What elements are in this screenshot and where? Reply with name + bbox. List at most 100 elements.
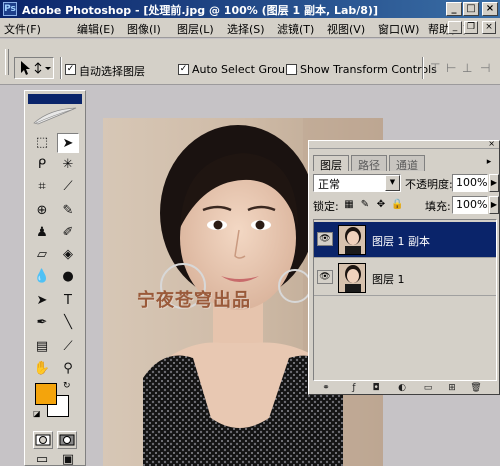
lasso-tool-icon[interactable]: ᑭ [31, 155, 53, 175]
menu-edit[interactable]: 编辑(E) [77, 21, 115, 37]
layer-thumbnail [338, 225, 366, 255]
swap-colors-icon[interactable]: ↻ [63, 381, 71, 391]
layer-list: 👁 图层 1 副本 👁 图层 1 [313, 219, 497, 381]
screen-mode-icon[interactable]: ▭ [31, 453, 53, 466]
auto-select-layer-label: 自动选择图层 [79, 65, 145, 78]
layer-thumbnail [338, 263, 366, 293]
standard-mode-icon [35, 434, 51, 446]
move-tool-icon[interactable]: ➤ [57, 133, 79, 153]
brush-tool-icon[interactable]: ✎ [57, 201, 79, 221]
opacity-arrow-icon[interactable]: ▶ [489, 174, 499, 192]
toolbox-header [28, 94, 82, 104]
menu-bar: 文件(F) 编辑(E) 图像(I) 图层(L) 选择(S) 滤镜(T) 视图(V… [0, 18, 500, 38]
tab-layers[interactable]: 图层 [313, 155, 349, 172]
lock-image-icon[interactable]: ✎ [359, 199, 371, 211]
blend-mode-select[interactable]: 正常 ▼ [313, 174, 401, 192]
notes-tool-icon[interactable]: ▤ [31, 337, 53, 357]
tool-preset-picker[interactable] [14, 57, 54, 79]
blur-tool-icon[interactable]: 💧 [31, 267, 53, 287]
title-bar: Ps Adobe Photoshop - [处理前.jpg @ 100% (图层… [0, 0, 500, 18]
move-tool-icon [21, 61, 51, 75]
chevron-down-icon[interactable]: ▼ [385, 175, 400, 191]
menu-view[interactable]: 视图(V) [327, 21, 365, 37]
delete-layer-icon[interactable]: 🗑 [469, 382, 483, 394]
crop-tool-icon[interactable]: ⌗ [31, 177, 53, 197]
align-bottom-icon[interactable]: ⊥ [462, 61, 476, 75]
menu-select[interactable]: 选择(S) [227, 21, 265, 37]
line-tool-icon[interactable]: ╲ [57, 313, 79, 333]
lock-label: 锁定: [313, 200, 339, 213]
quick-mask-mode-button[interactable] [57, 431, 77, 449]
menu-window[interactable]: 窗口(W) [378, 21, 419, 37]
layer-row[interactable]: 👁 图层 1 [314, 260, 496, 296]
options-bar-grip[interactable] [5, 49, 9, 75]
zoom-tool-icon[interactable]: ⚲ [57, 359, 79, 379]
show-transform-label: Show Transform Controls [300, 63, 437, 76]
layers-panel: × 图层 路径 通道 ▸ 正常 ▼ 不透明度: 100% ▶ 锁定: ▦ ✎ ✥… [308, 139, 500, 395]
fill-label: 填充: [425, 200, 451, 213]
align-top-icon[interactable]: ⊤ [430, 61, 444, 75]
maximize-button[interactable]: □ [463, 2, 479, 16]
tab-paths[interactable]: 路径 [351, 155, 387, 172]
layers-bottom-bar: ⚭ ƒ ◘ ◐ ▭ ⊞ 🗑 [313, 382, 497, 394]
path-selection-tool-icon[interactable]: ➤ [31, 291, 53, 311]
default-colors-icon[interactable]: ◪ [33, 409, 41, 418]
slice-tool-icon[interactable]: ⟋ [57, 177, 79, 197]
new-layer-icon[interactable]: ⊞ [445, 382, 459, 394]
hand-tool-icon[interactable]: ✋ [31, 359, 53, 379]
tab-channels[interactable]: 通道 [389, 155, 425, 172]
doc-restore-button[interactable]: ❐ [464, 21, 478, 34]
opacity-input[interactable]: 100% [452, 174, 488, 192]
menu-filter[interactable]: 滤镜(T) [277, 21, 314, 37]
pen-tool-icon[interactable]: ✒ [31, 313, 53, 333]
menu-file[interactable]: 文件(F) [4, 21, 41, 37]
eye-icon[interactable]: 👁 [317, 232, 333, 246]
layer-name: 图层 1 [372, 273, 405, 286]
menu-image[interactable]: 图像(I) [127, 21, 161, 37]
eye-icon[interactable]: 👁 [317, 270, 333, 284]
marquee-tool-icon[interactable]: ⬚ [31, 133, 53, 153]
panel-menu-icon[interactable]: ▸ [483, 157, 495, 169]
paint-bucket-tool-icon[interactable]: ◈ [57, 245, 79, 265]
eyedropper-tool-icon[interactable]: ⟋ [57, 337, 79, 357]
close-button[interactable]: × [482, 2, 498, 16]
lock-transparent-icon[interactable]: ▦ [343, 199, 355, 211]
dodge-tool-icon[interactable]: ● [57, 267, 79, 287]
healing-brush-tool-icon[interactable]: ⊕ [31, 201, 53, 221]
add-mask-icon[interactable]: ◘ [369, 382, 383, 394]
minimize-button[interactable]: _ [446, 2, 462, 16]
auto-select-layer-checkbox[interactable]: ✓ [65, 64, 76, 75]
magic-wand-tool-icon[interactable]: ✳ [57, 155, 79, 175]
show-transform-checkbox[interactable] [286, 64, 297, 75]
eraser-tool-icon[interactable]: ▱ [31, 245, 53, 265]
type-tool-icon[interactable]: T [57, 291, 79, 311]
new-group-icon[interactable]: ▭ [421, 382, 435, 394]
photoshop-app-icon: Ps [3, 2, 17, 16]
new-adjustment-layer-icon[interactable]: ◐ [395, 382, 409, 394]
clone-stamp-tool-icon[interactable]: ♟ [31, 223, 53, 243]
auto-select-groups-checkbox[interactable]: ✓ [178, 64, 189, 75]
standard-mode-button[interactable] [33, 431, 53, 449]
menu-layer[interactable]: 图层(L) [177, 21, 214, 37]
doc-minimize-button[interactable]: _ [448, 21, 462, 34]
full-screen-mode-icon[interactable]: ▣ [57, 453, 79, 466]
layer-style-icon[interactable]: ƒ [347, 382, 361, 394]
blend-mode-value: 正常 [318, 178, 340, 191]
foreground-color-swatch[interactable] [35, 383, 57, 405]
history-brush-tool-icon[interactable]: ✐ [57, 223, 79, 243]
link-layers-icon[interactable]: ⚭ [319, 382, 333, 394]
options-separator [422, 57, 424, 79]
lock-all-icon[interactable]: 🔒 [391, 199, 403, 211]
window-title: Adobe Photoshop - [处理前.jpg @ 100% (图层 1 … [22, 4, 378, 17]
layer-row[interactable]: 👁 图层 1 副本 [314, 222, 496, 258]
align-left-icon[interactable]: ⊣ [480, 61, 494, 75]
doc-close-button[interactable]: × [482, 21, 496, 34]
panel-close-icon[interactable]: × [488, 139, 495, 148]
align-vertical-center-icon[interactable]: ⊢ [446, 61, 460, 75]
fill-input[interactable]: 100% [452, 196, 488, 214]
lock-position-icon[interactable]: ✥ [375, 199, 387, 211]
quick-mask-icon [59, 434, 75, 446]
panel-title-bar[interactable]: × [309, 139, 499, 149]
fill-arrow-icon[interactable]: ▶ [489, 196, 499, 214]
options-separator [60, 57, 62, 79]
